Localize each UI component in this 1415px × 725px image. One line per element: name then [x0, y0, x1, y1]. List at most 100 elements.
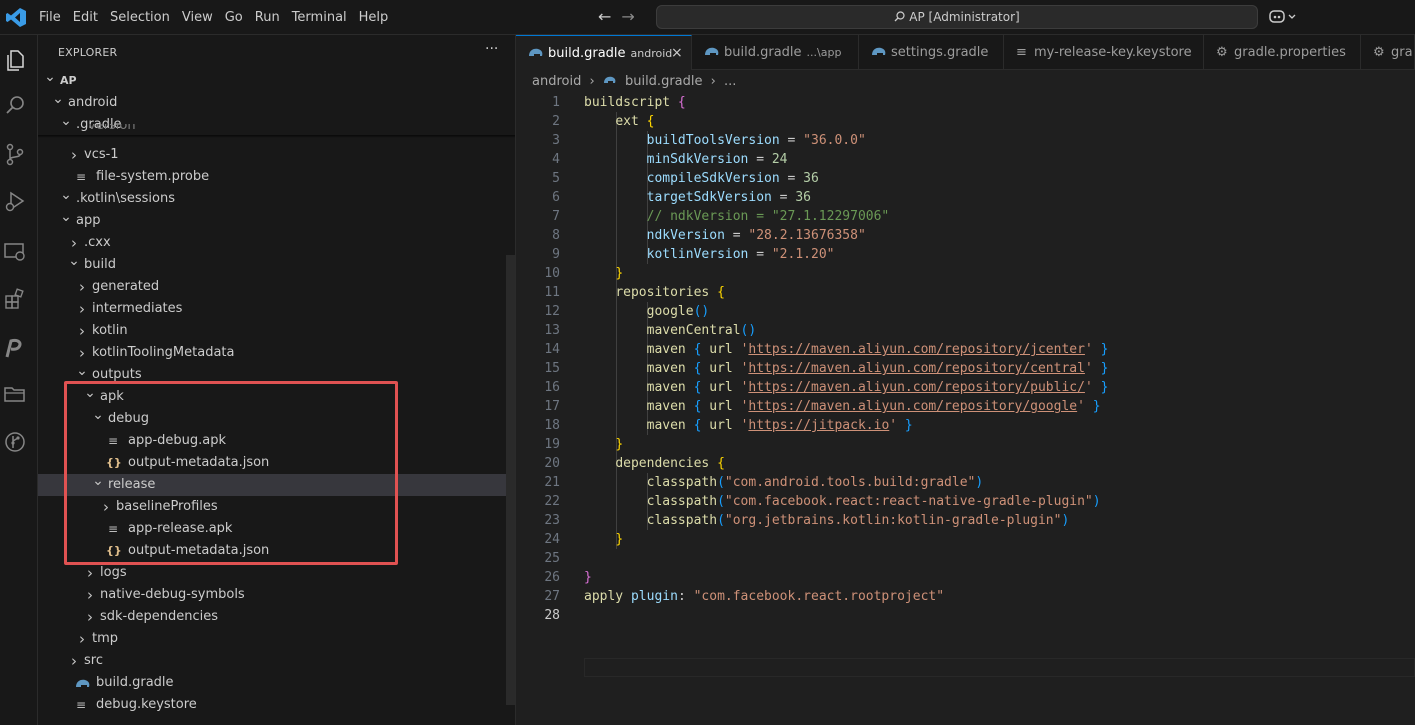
close-icon[interactable]: ×: [671, 36, 683, 70]
menu-item-help[interactable]: Help: [353, 9, 395, 26]
editor-tab-build-gradle[interactable]: build.gradle ...\app: [692, 35, 859, 70]
editor-tab-build-gradle[interactable]: build.gradle android ×: [516, 35, 692, 70]
chevron-right-icon: ›: [71, 234, 77, 252]
run-debug-icon[interactable]: [2, 189, 28, 215]
code-line: maven { url 'https://maven.aliyun.com/re…: [584, 378, 1109, 397]
line-number: 11: [544, 285, 560, 300]
breadcrumb-file[interactable]: build.gradle: [625, 74, 703, 89]
menu-item-run[interactable]: Run: [249, 9, 286, 26]
more-actions-icon[interactable]: ···: [485, 41, 498, 57]
code-token: }: [584, 570, 592, 585]
menu-item-terminal[interactable]: Terminal: [286, 9, 353, 26]
code-token: {: [693, 418, 710, 433]
prettier-icon[interactable]: [2, 335, 28, 361]
tree-row-android[interactable]: ⌄ android: [38, 92, 515, 114]
tree-row-label: build.gradle: [96, 675, 174, 690]
code-token: maven: [646, 361, 694, 376]
breadcrumb-folder[interactable]: android: [532, 74, 581, 89]
tree-row-intermediates[interactable]: › intermediates: [38, 298, 515, 320]
editor-tab-gradle-properties[interactable]: ⚙ gradle.properties: [1204, 35, 1361, 70]
tree-row-kotlin[interactable]: › kotlin: [38, 320, 515, 342]
tree-row-app[interactable]: ⌄ app: [38, 210, 515, 232]
code-line: maven { url 'https://maven.aliyun.com/re…: [584, 397, 1101, 416]
code-token: repositories: [615, 285, 718, 300]
tree-row-build-gradle[interactable]: build.gradle: [38, 672, 515, 694]
code-line: }: [584, 435, 623, 454]
chevron-down-icon: ⌄: [44, 69, 56, 85]
tree-row-debug-keystore[interactable]: ≡ debug.keystore: [38, 694, 515, 716]
line-number: 9: [552, 247, 560, 262]
code-token: "com.android.tools.build:gradle": [724, 475, 976, 490]
search-icon[interactable]: [2, 93, 28, 119]
breadcrumb: android › build.gradle › ...: [532, 71, 740, 93]
tree-row-logs[interactable]: › logs: [38, 562, 515, 584]
tree-row-label: tmp: [92, 631, 119, 646]
explorer-scrollbar[interactable]: [506, 255, 515, 705]
peek-row: version: [38, 124, 515, 134]
explorer-files-icon[interactable]: [2, 47, 28, 73]
gear-icon: ⚙: [1216, 45, 1228, 60]
tab-label: my-release-key.keystore: [1034, 35, 1192, 70]
project-manager-icon[interactable]: [2, 381, 28, 407]
remote-explorer-icon[interactable]: [2, 239, 28, 265]
code-line: }: [584, 264, 623, 283]
tree-row-file-system-probe[interactable]: ≡ file-system.probe: [38, 166, 515, 188]
tree-row-generated[interactable]: › generated: [38, 276, 515, 298]
source-control-icon[interactable]: [2, 141, 28, 167]
tree-row-label: build: [84, 257, 116, 272]
code-token: compileSdkVersion: [646, 171, 780, 186]
git-graph-icon[interactable]: [2, 429, 28, 455]
tree-row-native-debug-symbols[interactable]: › native-debug-symbols: [38, 584, 515, 606]
chevron-right-icon: ›: [87, 586, 93, 604]
extensions-icon[interactable]: [2, 287, 28, 313]
breadcrumb-symbol[interactable]: ...: [724, 74, 736, 89]
tree-row-ap[interactable]: ⌄ AP: [38, 69, 515, 92]
arrow-right-icon[interactable]: →: [621, 8, 634, 26]
editor-tab-gra[interactable]: ⚙ gra: [1361, 35, 1415, 70]
line-number: 23: [544, 513, 560, 528]
tree-row-build[interactable]: ⌄ build: [38, 254, 515, 276]
code-token: =: [771, 190, 796, 205]
menu-item-edit[interactable]: Edit: [67, 9, 104, 26]
line-number: 16: [544, 380, 560, 395]
tab-title: gradle.properties: [1234, 45, 1346, 60]
line-number: 28: [544, 608, 560, 623]
tree-row-tmp[interactable]: › tmp: [38, 628, 515, 650]
tree-row-src[interactable]: › src: [38, 650, 515, 672]
code-token: https://jitpack.io: [748, 418, 890, 433]
gear-icon: ⚙: [1373, 45, 1385, 60]
explorer-sidebar: EXPLORER ··· ⌄ AP ⌄ android ⌄ .gradle › vcs-1 ≡ f…: [38, 35, 516, 725]
code-token: classpath: [646, 475, 718, 490]
menu-item-view[interactable]: View: [176, 9, 219, 26]
tree-row-label: generated: [92, 279, 160, 294]
editor-tab-my-release-key-keystore[interactable]: ≡ my-release-key.keystore: [1004, 35, 1204, 70]
command-center[interactable]: AP [Administrator]: [656, 5, 1258, 29]
menu-item-file[interactable]: File: [33, 9, 67, 26]
tree-row-label: src: [84, 653, 103, 668]
code-token: maven: [646, 342, 694, 357]
code-token: =: [748, 152, 772, 167]
tree-row-vcs-1[interactable]: › vcs-1: [38, 144, 515, 166]
menu-item-go[interactable]: Go: [219, 9, 249, 26]
line-number: 20: [544, 456, 560, 471]
arrow-left-icon[interactable]: ←: [598, 8, 611, 26]
code-line: maven { url 'https://maven.aliyun.com/re…: [584, 359, 1109, 378]
menu-item-selection[interactable]: Selection: [104, 9, 176, 26]
code-line: dependencies {: [584, 454, 725, 473]
copilot-icon[interactable]: [1268, 7, 1300, 27]
chevron-right-icon: ›: [79, 300, 85, 318]
tree-row-label: vcs-1: [84, 147, 119, 162]
tree-row--kotlin-sessions[interactable]: ⌄ .kotlin\sessions: [38, 188, 515, 210]
editor-tab-settings-gradle[interactable]: settings.gradle: [859, 35, 1004, 70]
chevron-right-icon: ›: [71, 652, 77, 670]
tree-row--cxx[interactable]: › .cxx: [38, 232, 515, 254]
line-number: 4: [552, 152, 560, 167]
tree-row-kotlintoolingmetadata[interactable]: › kotlinToolingMetadata: [38, 342, 515, 364]
tree-row-sdk-dependencies[interactable]: › sdk-dependencies: [38, 606, 515, 628]
